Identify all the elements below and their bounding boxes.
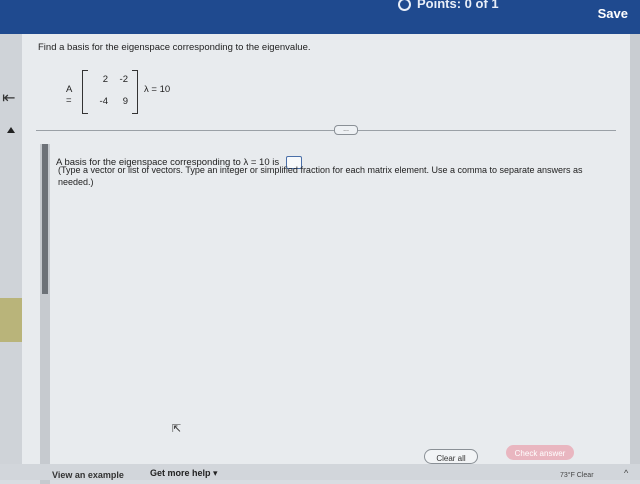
side-panel-tab[interactable] [0, 298, 22, 342]
points-label: Points: 0 of 1 [417, 0, 499, 11]
matrix-cell: 2 [102, 74, 108, 85]
matrix-cell: 9 [122, 96, 128, 107]
top-header-bar: Points: 0 of 1 Save [0, 0, 640, 34]
matrix-left-bracket [82, 70, 88, 114]
save-button[interactable]: Save [594, 4, 632, 23]
question-prompt: Find a basis for the eigenspace correspo… [38, 42, 311, 53]
view-example-link[interactable]: View an example [52, 470, 124, 480]
matrix-label: A = [66, 84, 72, 106]
clear-all-button[interactable]: Clear all [424, 449, 478, 464]
eigenvalue-label: λ = 10 [144, 84, 171, 95]
mouse-cursor-icon: ⇱ [172, 423, 182, 435]
panel-scrollbar-thumb[interactable] [42, 144, 48, 294]
left-rail: ⇤ [0, 34, 22, 480]
answer-hint: (Type a vector or list of vectors. Type … [58, 165, 583, 187]
right-scrollbar[interactable] [630, 34, 640, 464]
question-panel: Find a basis for the eigenspace correspo… [22, 34, 630, 484]
get-more-help-button[interactable]: Get more help ▾ [150, 468, 218, 479]
matrix-cell: -2 [119, 74, 128, 85]
back-arrow-icon[interactable]: ⇤ [2, 88, 15, 108]
progress-ring-icon [398, 0, 411, 12]
matrix-right-bracket [132, 70, 138, 114]
collapse-triangle-icon[interactable] [7, 127, 15, 133]
chevron-up-icon[interactable]: ^ [624, 468, 628, 478]
weather-status: 73°F Clear [560, 472, 594, 479]
matrix-cell: -4 [99, 96, 108, 107]
check-answer-button[interactable]: Check answer [506, 445, 574, 460]
more-options-button[interactable]: ... [334, 125, 358, 135]
section-divider [36, 130, 616, 131]
points-indicator: Points: 0 of 1 [398, 0, 499, 12]
